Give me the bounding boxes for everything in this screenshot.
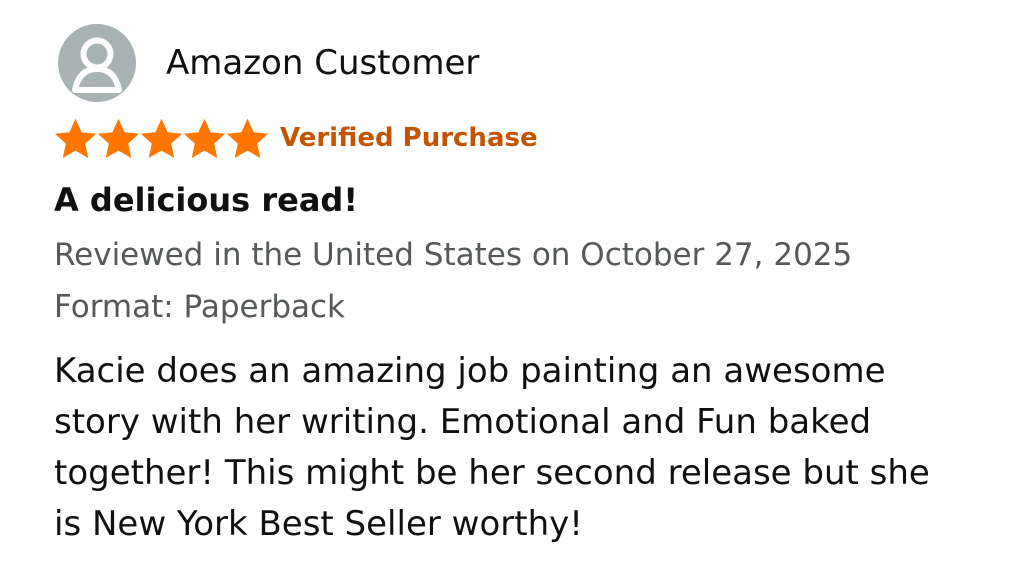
verified-purchase-badge: Verified Purchase bbox=[280, 123, 538, 153]
star-icon bbox=[226, 118, 269, 158]
reviewer-profile[interactable]: Amazon Customer bbox=[58, 24, 479, 102]
review-title[interactable]: A delicious read! bbox=[54, 178, 358, 222]
avatar[interactable] bbox=[58, 24, 136, 102]
user-icon bbox=[72, 37, 122, 93]
star-icon bbox=[97, 118, 140, 158]
star-rating[interactable] bbox=[54, 116, 269, 160]
review-date: Reviewed in the United States on October… bbox=[54, 237, 853, 273]
reviewer-name[interactable]: Amazon Customer bbox=[166, 43, 479, 83]
rating-row: Verified Purchase bbox=[54, 116, 538, 160]
review-body: Kacie does an amazing job painting an aw… bbox=[54, 351, 930, 544]
product-format[interactable]: Format: Paperback bbox=[54, 287, 345, 327]
star-icon bbox=[54, 118, 97, 158]
star-icon bbox=[140, 118, 183, 158]
star-icon bbox=[183, 118, 226, 158]
customer-review: Amazon Customer Verified Purchase A deli… bbox=[0, 0, 1024, 574]
